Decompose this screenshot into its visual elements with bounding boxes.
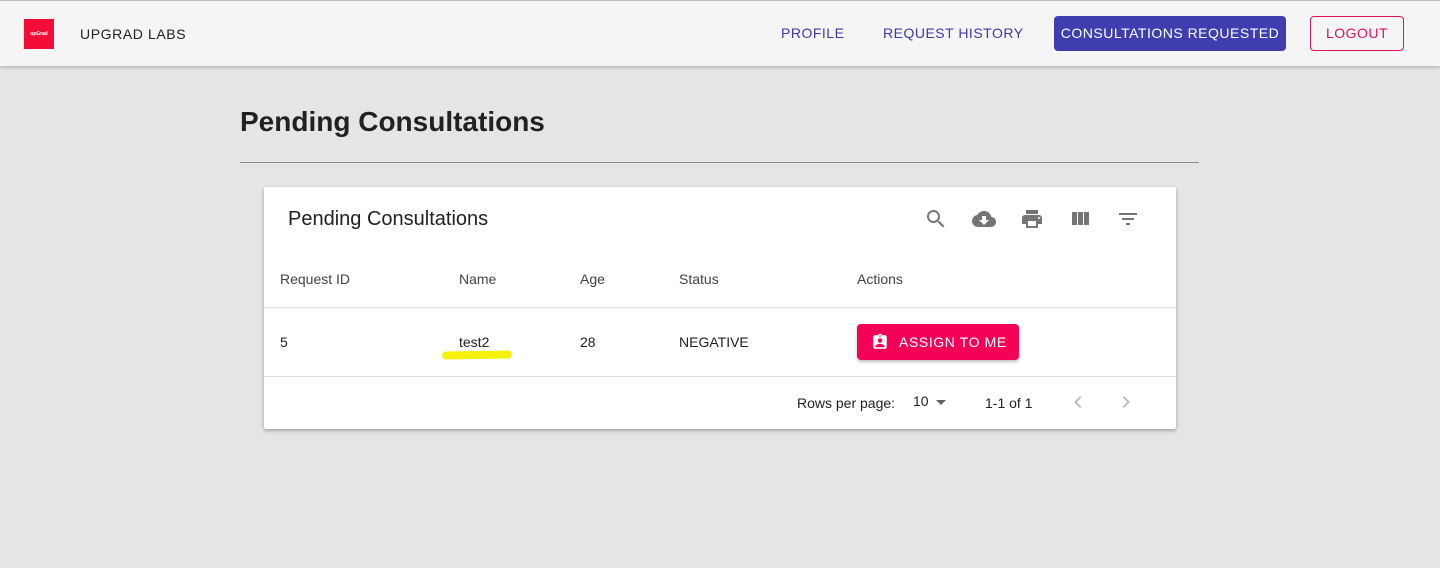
- column-header-name[interactable]: Name: [459, 271, 496, 287]
- table-title: Pending Consultations: [288, 208, 489, 230]
- app-bar: upGrad UPGRAD LABS PROFILE REQUEST HISTO…: [0, 0, 1440, 66]
- nav-request-history-link[interactable]: REQUEST HISTORY: [875, 16, 1032, 51]
- upgrad-logo[interactable]: upGrad: [24, 19, 54, 49]
- rows-per-page-label: Rows per page:: [797, 395, 896, 411]
- filter-icon[interactable]: [1116, 207, 1140, 231]
- title-divider: [240, 162, 1199, 163]
- logo-text: upGrad: [30, 31, 48, 37]
- assignment-ind-icon: [871, 333, 889, 351]
- name-highlight-mark: [441, 350, 513, 360]
- next-page-icon[interactable]: [1114, 390, 1138, 414]
- previous-page-icon[interactable]: [1066, 390, 1090, 414]
- assign-button-label: ASSIGN TO ME: [899, 334, 1007, 350]
- column-header-age[interactable]: Age: [580, 271, 605, 287]
- pagination-range: 1-1 of 1: [985, 395, 1033, 411]
- column-header-request-id[interactable]: Request ID: [280, 271, 350, 287]
- rows-per-page-value: 10: [913, 393, 929, 409]
- search-icon[interactable]: [924, 207, 948, 231]
- consultations-table-card: Pending Consultations Request ID Name Ag…: [264, 187, 1176, 429]
- page-title: Pending Consultations: [240, 106, 545, 137]
- view-columns-icon[interactable]: [1068, 207, 1092, 231]
- cell-name: test2: [459, 334, 490, 350]
- header-divider: [264, 307, 1176, 308]
- row-divider: [264, 376, 1176, 377]
- rows-per-page-select[interactable]: 10: [913, 393, 949, 413]
- cloud-download-icon[interactable]: [972, 207, 996, 231]
- column-header-status[interactable]: Status: [679, 271, 719, 287]
- dropdown-caret-icon: [936, 400, 946, 405]
- logout-button[interactable]: LOGOUT: [1310, 16, 1404, 51]
- print-icon[interactable]: [1020, 207, 1044, 231]
- column-header-actions: Actions: [857, 271, 903, 287]
- cell-age: 28: [580, 334, 596, 350]
- cell-status: NEGATIVE: [679, 334, 749, 350]
- nav-consultations-requested-button[interactable]: CONSULTATIONS REQUESTED: [1054, 16, 1286, 51]
- cell-request-id: 5: [280, 334, 288, 350]
- brand-title: UPGRAD LABS: [80, 26, 187, 42]
- assign-to-me-button[interactable]: ASSIGN TO ME: [857, 324, 1019, 360]
- nav-profile-link[interactable]: PROFILE: [773, 16, 852, 51]
